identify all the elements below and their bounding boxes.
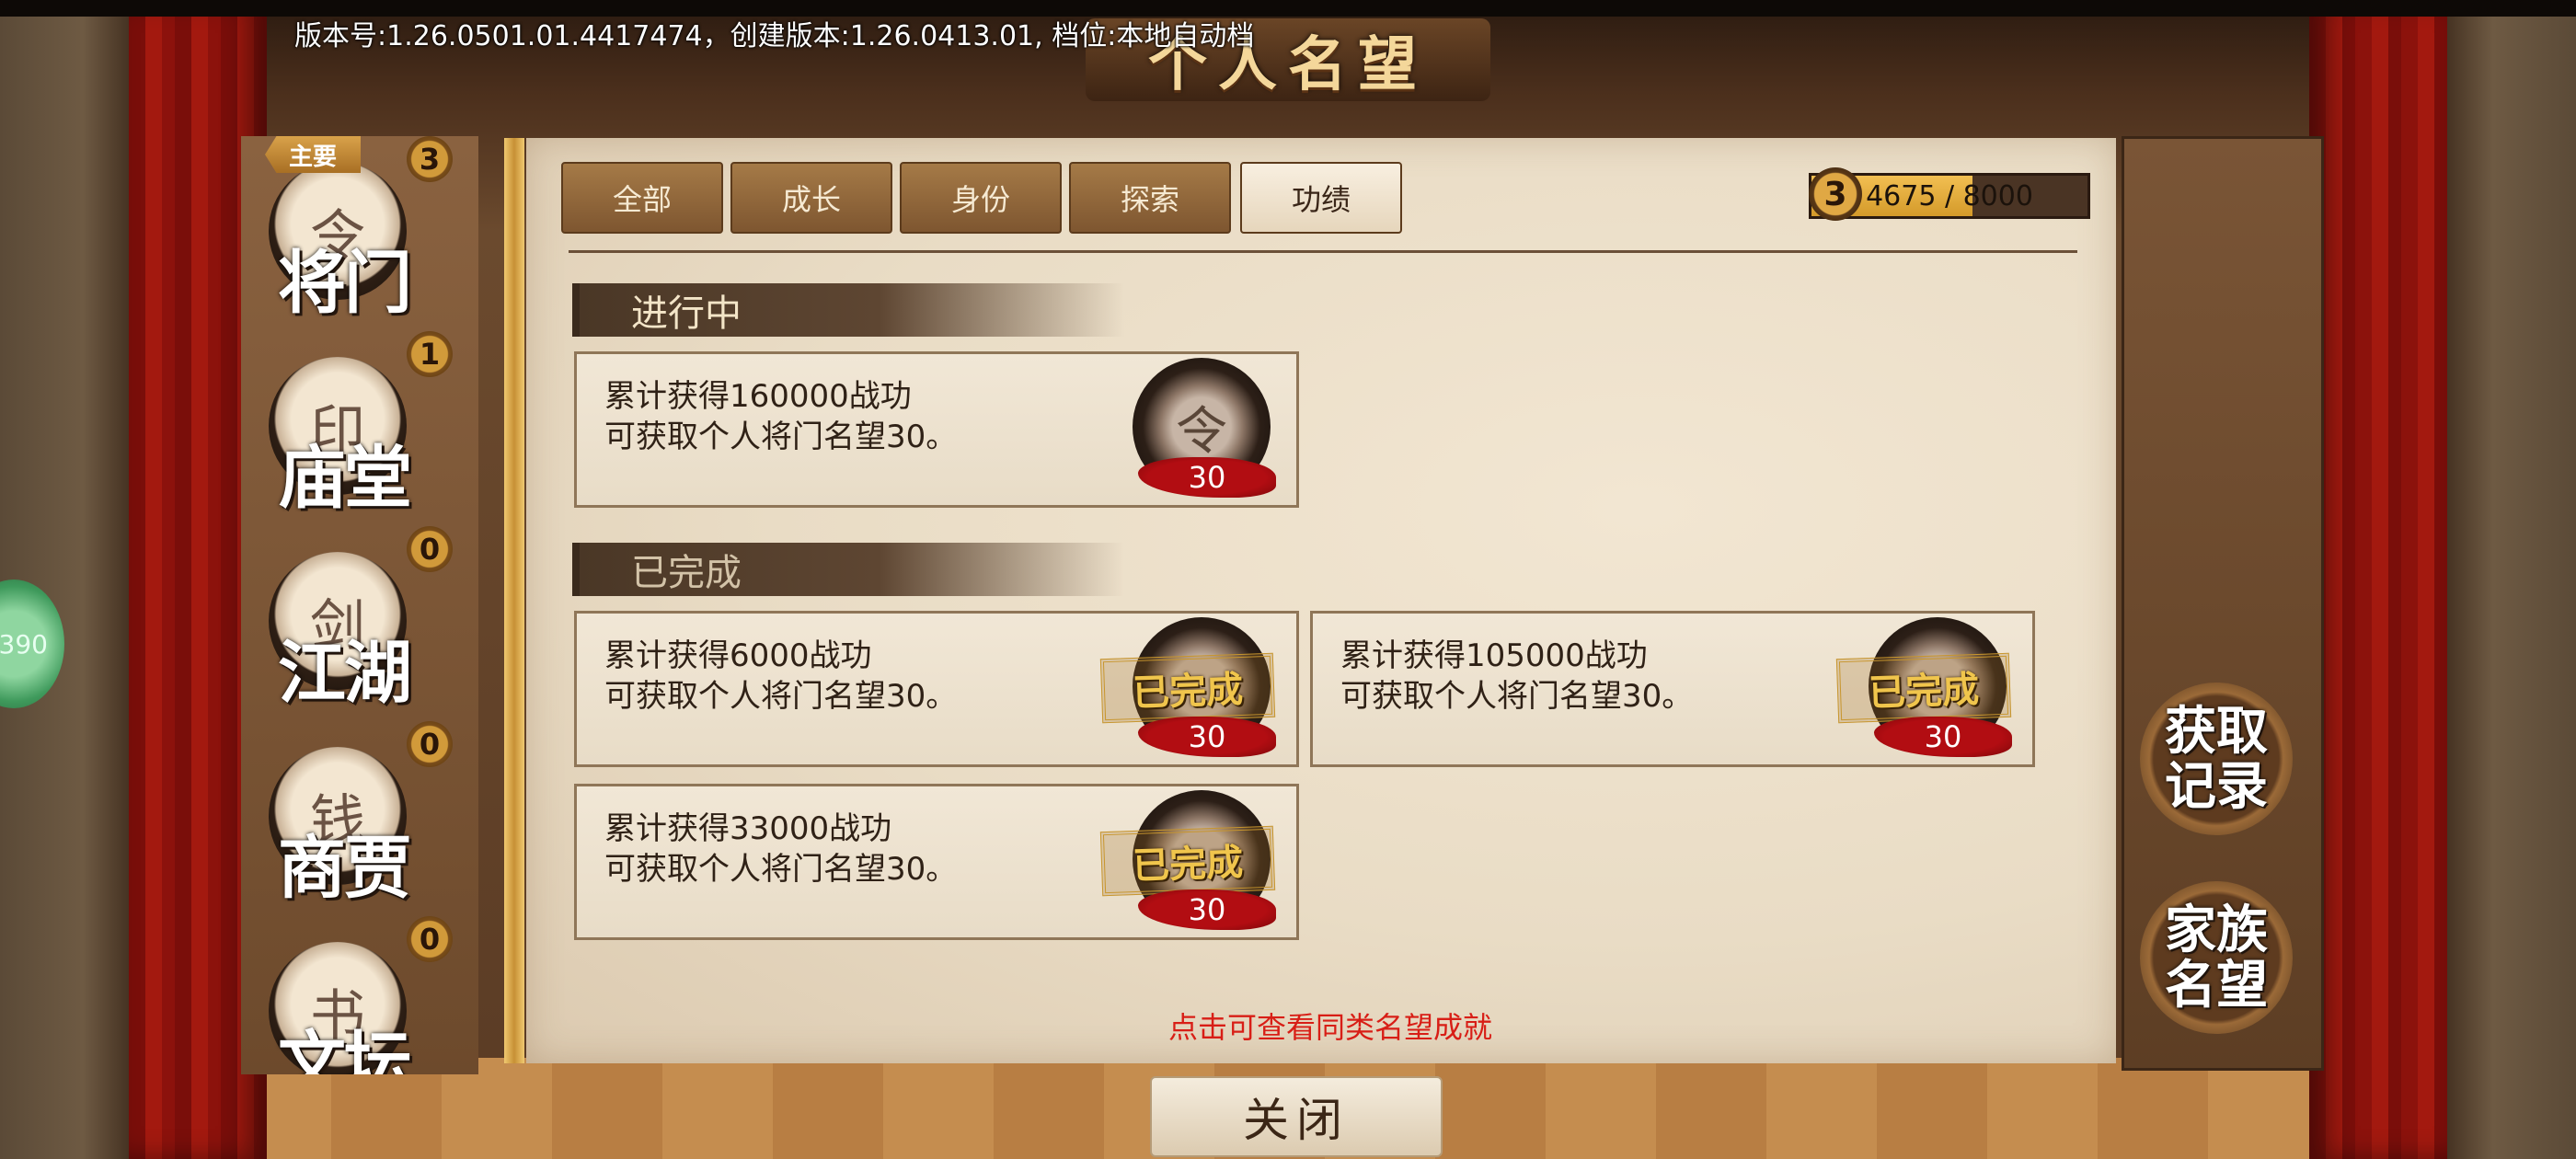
achievement-title: 累计获得105000战功 bbox=[1340, 637, 1648, 674]
nav-item-miaotang[interactable]: 印 庙堂 1 bbox=[241, 331, 478, 524]
reward-badge: 30 bbox=[1874, 717, 2012, 757]
achievement-title: 累计获得160000战功 bbox=[604, 378, 912, 415]
nav-label: 将门 bbox=[278, 244, 412, 323]
achievement-card[interactable]: 累计获得33000战功 可获取个人将门名望30。 已完成 30 bbox=[574, 784, 1299, 940]
family-reputation-button[interactable]: 家族名望 bbox=[2140, 881, 2293, 1034]
achievement-desc: 可获取个人将门名望30。 bbox=[1340, 678, 1694, 715]
main-tag: 主要 bbox=[265, 136, 361, 173]
header-divider bbox=[569, 250, 2077, 253]
right-curtain bbox=[2309, 0, 2447, 1159]
reputation-level-badge: 3 bbox=[1809, 167, 1862, 221]
nav-count-badge: 0 bbox=[407, 526, 453, 572]
nav-item-jiangmen[interactable]: 令 主要 将门 3 bbox=[241, 136, 478, 329]
reward-badge: 30 bbox=[1138, 457, 1276, 498]
tab-growth[interactable]: 成长 bbox=[730, 162, 892, 234]
tab-all[interactable]: 全部 bbox=[561, 162, 723, 234]
nav-count-badge: 1 bbox=[407, 331, 453, 377]
achievement-desc: 可获取个人将门名望30。 bbox=[604, 419, 958, 455]
completed-stamp: 已完成 bbox=[1099, 652, 1276, 724]
nav-item-shanggu[interactable]: 钱 商贾 0 bbox=[241, 721, 478, 914]
achievement-card[interactable]: 累计获得6000战功 可获取个人将门名望30。 已完成 30 bbox=[574, 611, 1299, 767]
acquisition-record-label: 获取记录 bbox=[2165, 701, 2268, 817]
tab-merit[interactable]: 功绩 bbox=[1240, 162, 1402, 234]
nav-count-badge: 0 bbox=[407, 721, 453, 767]
achievement-card[interactable]: 累计获得105000战功 可获取个人将门名望30。 已完成 30 bbox=[1310, 611, 2035, 767]
section-completed: 已完成 bbox=[572, 543, 1124, 596]
nav-item-wentan[interactable]: 书 文坛 0 bbox=[241, 916, 478, 1074]
nav-label: 江湖 bbox=[278, 634, 412, 713]
family-reputation-label: 家族名望 bbox=[2165, 900, 2268, 1016]
view-similar-hint[interactable]: 点击可查看同类名望成就 bbox=[1168, 1004, 1492, 1047]
nav-count-badge: 0 bbox=[407, 916, 453, 962]
achievement-desc: 可获取个人将门名望30。 bbox=[604, 851, 958, 888]
close-button[interactable]: 关闭 bbox=[1150, 1076, 1443, 1157]
version-info: 版本号:1.26.0501.01.4417474，创建版本:1.26.0413.… bbox=[294, 20, 1255, 52]
right-wall bbox=[2438, 0, 2576, 1159]
reward-badge: 30 bbox=[1138, 889, 1276, 930]
nav-count-badge: 3 bbox=[407, 136, 453, 182]
nav-label: 庙堂 bbox=[278, 439, 412, 518]
category-nav: 令 主要 将门 3 印 庙堂 1 剑 江湖 0 钱 商贾 0 书 文坛 0 bbox=[241, 136, 478, 1074]
acquisition-record-button[interactable]: 获取记录 bbox=[2140, 683, 2293, 835]
completed-stamp: 已完成 bbox=[1099, 825, 1276, 897]
achievement-title: 累计获得33000战功 bbox=[604, 810, 892, 847]
achievement-title: 累计获得6000战功 bbox=[604, 637, 872, 674]
floating-assist-label: 4390 bbox=[0, 628, 48, 660]
tab-explore[interactable]: 探索 bbox=[1069, 162, 1231, 234]
nav-label: 文坛 bbox=[278, 1024, 412, 1074]
achievement-card[interactable]: 累计获得160000战功 可获取个人将门名望30。 令 30 bbox=[574, 351, 1299, 508]
nav-label: 商贾 bbox=[278, 829, 412, 908]
completed-stamp: 已完成 bbox=[1835, 652, 2012, 724]
panel-rail bbox=[504, 138, 524, 1063]
reward-badge: 30 bbox=[1138, 717, 1276, 757]
section-in-progress: 进行中 bbox=[572, 283, 1124, 337]
nav-item-jianghu[interactable]: 剑 江湖 0 bbox=[241, 526, 478, 719]
achievement-desc: 可获取个人将门名望30。 bbox=[604, 678, 958, 715]
tab-identity[interactable]: 身份 bbox=[900, 162, 1062, 234]
